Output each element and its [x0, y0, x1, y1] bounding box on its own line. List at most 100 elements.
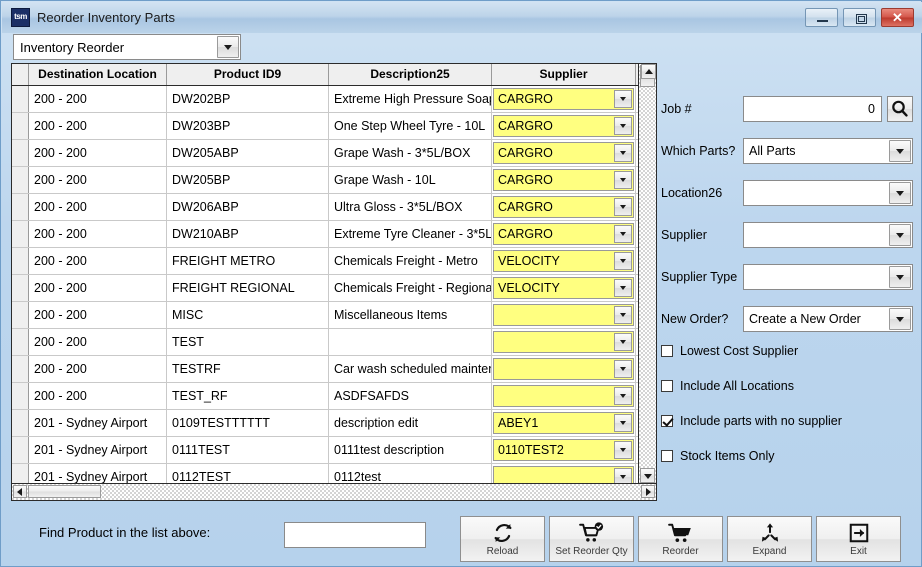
row-selector[interactable]: [12, 221, 29, 247]
checkbox-row[interactable]: Lowest Cost Supplier: [661, 340, 913, 362]
chevron-down-icon[interactable]: [889, 308, 911, 330]
cell-supplier[interactable]: [492, 464, 636, 484]
chevron-down-icon[interactable]: [614, 360, 632, 378]
chevron-down-icon[interactable]: [614, 225, 632, 243]
table-row[interactable]: 201 - Sydney Airport0112TEST0112test0: [12, 464, 639, 484]
grid-horizontal-scrollbar[interactable]: [12, 483, 656, 500]
checkbox-unchecked-icon[interactable]: [661, 450, 673, 462]
table-row[interactable]: 201 - Sydney Airport0109TESTTTTTTdescrip…: [12, 410, 639, 437]
chevron-down-icon[interactable]: [889, 266, 911, 288]
supplier-dropdown-cell[interactable]: CARGRO: [493, 142, 634, 164]
supplier-type-dropdown[interactable]: [743, 264, 913, 290]
cell-supplier[interactable]: [492, 383, 636, 409]
supplier-dropdown-cell[interactable]: CARGRO: [493, 196, 634, 218]
checkbox-row[interactable]: Stock Items Only: [661, 445, 913, 467]
row-selector[interactable]: [12, 113, 29, 139]
chevron-down-icon[interactable]: [614, 117, 632, 135]
chevron-down-icon[interactable]: [614, 468, 632, 484]
chevron-down-icon[interactable]: [614, 414, 632, 432]
cell-supplier[interactable]: CARGRO: [492, 167, 636, 193]
reorder-button[interactable]: Reorder: [638, 516, 723, 562]
checkbox-unchecked-icon[interactable]: [661, 345, 673, 357]
grid-header-description[interactable]: Description25: [329, 64, 492, 85]
supplier-dropdown-cell[interactable]: VELOCITY: [493, 277, 634, 299]
chevron-down-icon[interactable]: [614, 387, 632, 405]
cell-supplier[interactable]: CARGRO: [492, 86, 636, 112]
chevron-down-icon[interactable]: [614, 441, 632, 459]
reload-button[interactable]: Reload: [460, 516, 545, 562]
row-selector[interactable]: [12, 329, 29, 355]
checkbox-unchecked-icon[interactable]: [661, 380, 673, 392]
table-row[interactable]: 200 - 200TESTRFCar wash scheduled mainte…: [12, 356, 639, 383]
supplier-dropdown-cell[interactable]: [493, 385, 634, 407]
supplier-dropdown-cell[interactable]: CARGRO: [493, 223, 634, 245]
chevron-down-icon[interactable]: [614, 279, 632, 297]
grid-header-supplier[interactable]: Supplier: [492, 64, 636, 85]
supplier-dropdown-cell[interactable]: CARGRO: [493, 169, 634, 191]
grid-header-destination-location[interactable]: Destination Location: [29, 64, 167, 85]
supplier-dropdown-cell[interactable]: [493, 331, 634, 353]
row-selector[interactable]: [12, 140, 29, 166]
table-row[interactable]: 200 - 200FREIGHT METROChemicals Freight …: [12, 248, 639, 275]
location-dropdown[interactable]: [743, 180, 913, 206]
grid-header-product-id[interactable]: Product ID9: [167, 64, 329, 85]
cell-supplier[interactable]: [492, 329, 636, 355]
cell-supplier[interactable]: CARGRO: [492, 194, 636, 220]
checkbox-checked-icon[interactable]: [661, 415, 673, 427]
cell-supplier[interactable]: VELOCITY: [492, 275, 636, 301]
exit-button[interactable]: Exit: [816, 516, 901, 562]
horizontal-scrollbar-thumb[interactable]: [28, 485, 101, 498]
checkbox-row[interactable]: Include All Locations: [661, 375, 913, 397]
chevron-down-icon[interactable]: [614, 90, 632, 108]
table-row[interactable]: 200 - 200TEST0: [12, 329, 639, 356]
chevron-down-icon[interactable]: [614, 252, 632, 270]
chevron-down-icon[interactable]: [614, 306, 632, 324]
chevron-down-icon[interactable]: [889, 140, 911, 162]
scroll-right-button[interactable]: [641, 485, 655, 498]
job-search-button[interactable]: [887, 96, 913, 122]
supplier-dropdown-cell[interactable]: CARGRO: [493, 115, 634, 137]
row-selector[interactable]: [12, 167, 29, 193]
supplier-dropdown-cell[interactable]: [493, 304, 634, 326]
chevron-down-icon[interactable]: [889, 224, 911, 246]
row-selector[interactable]: [12, 248, 29, 274]
cell-supplier[interactable]: CARGRO: [492, 221, 636, 247]
supplier-dropdown-cell[interactable]: [493, 466, 634, 484]
cell-supplier[interactable]: VELOCITY: [492, 248, 636, 274]
table-row[interactable]: 200 - 200DW205BPGrape Wash - 10LCARGRO0: [12, 167, 639, 194]
scroll-left-button[interactable]: [13, 485, 27, 498]
table-row[interactable]: 200 - 200FREIGHT REGIONALChemicals Freig…: [12, 275, 639, 302]
table-row[interactable]: 200 - 200DW206ABPUltra Gloss - 3*5L/BOXC…: [12, 194, 639, 221]
chevron-down-icon[interactable]: [889, 182, 911, 204]
row-selector[interactable]: [12, 194, 29, 220]
checkbox-row[interactable]: Include parts with no supplier: [661, 410, 913, 432]
chevron-down-icon[interactable]: [614, 333, 632, 351]
row-selector[interactable]: [12, 410, 29, 436]
table-row[interactable]: 200 - 200DW210ABPExtreme Tyre Cleaner - …: [12, 221, 639, 248]
cell-supplier[interactable]: [492, 302, 636, 328]
close-button[interactable]: ✕: [881, 8, 914, 27]
scroll-down-button[interactable]: [640, 468, 655, 483]
table-row[interactable]: 200 - 200MISCMiscellaneous Items0: [12, 302, 639, 329]
supplier-dropdown-cell[interactable]: ABEY1: [493, 412, 634, 434]
chevron-down-icon[interactable]: [614, 144, 632, 162]
set-reorder-qty-button[interactable]: Set Reorder Qty: [549, 516, 634, 562]
supplier-dropdown-cell[interactable]: 0110TEST2: [493, 439, 634, 461]
maximize-button[interactable]: [843, 8, 876, 27]
table-row[interactable]: 200 - 200TEST_RFASDFSAFDS0: [12, 383, 639, 410]
table-row[interactable]: 201 - Sydney Airport0111TEST0111test des…: [12, 437, 639, 464]
minimize-button[interactable]: [805, 8, 838, 27]
row-selector[interactable]: [12, 383, 29, 409]
table-row[interactable]: 200 - 200DW203BPOne Step Wheel Tyre - 10…: [12, 113, 639, 140]
which-parts-dropdown[interactable]: All Parts: [743, 138, 913, 164]
row-selector[interactable]: [12, 86, 29, 112]
chevron-down-icon[interactable]: [614, 198, 632, 216]
chevron-down-icon[interactable]: [614, 171, 632, 189]
row-selector[interactable]: [12, 437, 29, 463]
report-type-dropdown[interactable]: Inventory Reorder: [13, 34, 241, 60]
row-selector[interactable]: [12, 302, 29, 328]
cell-supplier[interactable]: 0110TEST2: [492, 437, 636, 463]
chevron-down-icon[interactable]: [217, 36, 239, 58]
job-number-field[interactable]: 0: [743, 96, 882, 122]
find-product-input[interactable]: [284, 522, 426, 548]
